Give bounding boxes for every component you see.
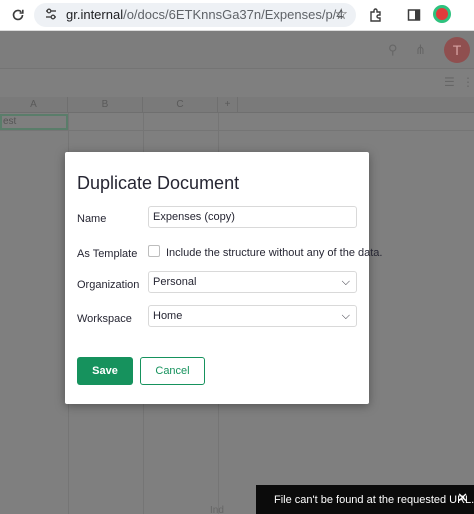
column-header-b: B	[68, 97, 143, 113]
dialog-title: Duplicate Document	[77, 173, 240, 193]
reload-icon[interactable]	[8, 5, 28, 25]
bookmark-star-icon[interactable]: ☆	[335, 5, 348, 23]
sidebar-icon[interactable]	[404, 5, 424, 25]
as-template-description: Include the structure without any of the…	[166, 247, 383, 259]
name-input[interactable]: Expenses (copy)	[148, 206, 357, 228]
chevron-down-icon: ⌵	[341, 310, 350, 322]
column-header-a: A	[0, 97, 68, 113]
organization-label: Organization	[77, 279, 140, 291]
organization-select[interactable]: Personal ⌵	[148, 271, 357, 293]
filter-icon: ☰	[444, 75, 455, 89]
chevron-down-icon: ⌵	[341, 276, 350, 288]
close-icon[interactable]: ✕	[457, 490, 468, 506]
sheet-toolbar: ☰ ⋮	[0, 69, 474, 96]
share-icon: ⋔	[415, 42, 426, 57]
organization-value: Personal	[153, 276, 197, 288]
url-host: gr.internal	[66, 7, 124, 22]
cancel-button[interactable]: Cancel	[140, 357, 205, 385]
browser-toolbar: gr.internal/o/docs/6ETKnnsGa37n/Expenses…	[0, 0, 474, 31]
toast-message: File can't be found at the requested URL…	[274, 494, 474, 506]
site-settings-icon[interactable]	[43, 6, 61, 24]
column-header-row: A B C +	[0, 97, 474, 113]
search-icon: ⚲	[388, 42, 398, 57]
avatar: T	[444, 37, 470, 63]
error-toast: File can't be found at the requested URL…	[256, 485, 474, 514]
app-header: ⚲ ⋔ T	[0, 31, 474, 69]
extensions-icon[interactable]	[366, 5, 386, 25]
workspace-value: Home	[153, 310, 183, 322]
sheet-footer-text: Ind	[210, 505, 224, 514]
url-text: gr.internal/o/docs/6ETKnnsGa37n/Expenses…	[66, 7, 344, 22]
selected-cell: est	[0, 114, 68, 130]
grid-line	[0, 130, 474, 131]
as-template-label: As Template	[77, 248, 138, 260]
address-bar[interactable]: gr.internal/o/docs/6ETKnnsGa37n/Expenses…	[34, 3, 356, 27]
duplicate-document-dialog: Duplicate Document Name Expenses (copy) …	[65, 152, 382, 404]
more-icon: ⋮	[462, 75, 474, 89]
as-template-checkbox[interactable]	[148, 245, 160, 257]
add-column-button: +	[218, 97, 238, 113]
column-header-c: C	[143, 97, 218, 113]
workspace-select[interactable]: Home ⌵	[148, 305, 357, 327]
workspace-label: Workspace	[77, 313, 132, 325]
save-button[interactable]: Save	[77, 357, 133, 385]
url-path: /o/docs/6ETKnnsGa37n/Expenses/p/4	[123, 7, 344, 22]
name-label: Name	[77, 213, 107, 225]
profile-icon[interactable]	[433, 5, 451, 23]
